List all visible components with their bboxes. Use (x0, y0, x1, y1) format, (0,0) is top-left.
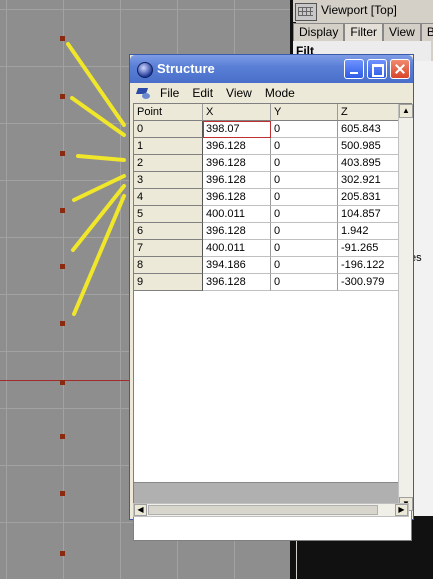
column-header-point[interactable]: Point (134, 104, 203, 121)
point-index-cell[interactable]: 2 (134, 155, 203, 172)
x-cell[interactable]: 396.128 (203, 223, 271, 240)
x-cell[interactable]: 400.011 (203, 240, 271, 257)
structure-tool-icon[interactable] (136, 86, 152, 100)
minimize-button[interactable] (344, 59, 364, 79)
y-cell[interactable]: 0 (271, 274, 338, 291)
table-header: Point X Y Z (134, 104, 398, 121)
table-row[interactable]: 8 394.186 0 -196.122 (134, 257, 398, 274)
horizontal-scrollbar[interactable]: ◀ ▶ (133, 503, 409, 517)
point-index-cell[interactable]: 3 (134, 172, 203, 189)
tab-view[interactable]: View (383, 23, 421, 41)
z-cell[interactable]: 1.942 (338, 223, 398, 240)
table-row[interactable]: 5 400.011 0 104.857 (134, 206, 398, 223)
z-cell[interactable]: 605.843 (338, 121, 398, 138)
x-cell[interactable]: 396.128 (203, 274, 271, 291)
viewport-header: Viewport [Top] (293, 0, 428, 22)
point-index-cell[interactable]: 8 (134, 257, 203, 274)
spark-line (76, 154, 126, 162)
z-cell[interactable]: 104.857 (338, 206, 398, 223)
x-cell[interactable]: 394.186 (203, 257, 271, 274)
scroll-thumb[interactable] (148, 505, 378, 515)
scroll-right-arrow-icon[interactable]: ▶ (395, 504, 408, 516)
table-row[interactable]: 9 396.128 0 -300.979 (134, 274, 398, 291)
menu-mode[interactable]: Mode (265, 86, 295, 100)
column-header-x[interactable]: X (203, 104, 271, 121)
structure-titlebar[interactable]: Structure (130, 55, 413, 83)
z-cell[interactable]: 302.921 (338, 172, 398, 189)
point-index-cell[interactable]: 5 (134, 206, 203, 223)
y-cell[interactable]: 0 (271, 189, 338, 206)
menu-file[interactable]: File (160, 86, 179, 100)
maximize-button[interactable] (367, 59, 387, 79)
tab-filter[interactable]: Filter (344, 23, 384, 41)
x-cell[interactable]: 400.011 (203, 206, 271, 223)
y-cell[interactable]: 0 (271, 206, 338, 223)
point-index-cell[interactable]: 1 (134, 138, 203, 155)
x-cell[interactable]: 396.128 (203, 155, 271, 172)
structure-window: Structure File Edit View Mode Point X Y … (129, 54, 414, 541)
x-cell[interactable]: 396.128 (203, 172, 271, 189)
point-index-cell[interactable]: 7 (134, 240, 203, 257)
z-cell[interactable]: -300.979 (338, 274, 398, 291)
z-cell[interactable]: 403.895 (338, 155, 398, 172)
x-cell[interactable]: 396.128 (203, 138, 271, 155)
table-row[interactable]: 1 396.128 0 500.985 (134, 138, 398, 155)
table-row[interactable]: 2 396.128 0 403.895 (134, 155, 398, 172)
point-index-cell[interactable]: 0 (134, 121, 203, 138)
points-table: Point X Y Z 0 398.07 0 605.843 1 396.128 0 500.… (134, 104, 398, 291)
y-cell[interactable]: 0 (271, 240, 338, 257)
tab-display[interactable]: Display (293, 23, 345, 41)
close-button[interactable] (390, 59, 410, 79)
menu-view[interactable]: View (226, 86, 252, 100)
z-cell[interactable]: 205.831 (338, 189, 398, 206)
x-cell[interactable]: 396.128 (203, 189, 271, 206)
app-icon (137, 62, 153, 78)
y-cell[interactable]: 0 (271, 172, 338, 189)
column-header-y[interactable]: Y (271, 104, 338, 121)
tab-more[interactable]: B (420, 23, 433, 41)
points-grid: Point X Y Z 0 398.07 0 605.843 1 396.128 0 500.… (133, 103, 413, 541)
column-header-z[interactable]: Z (338, 104, 398, 121)
scroll-up-arrow-icon[interactable]: ▲ (399, 104, 413, 118)
table-row[interactable]: 6 396.128 0 1.942 (134, 223, 398, 240)
viewport-grid-icon[interactable] (295, 3, 317, 21)
vertical-scrollbar[interactable]: ▲ ▼ (398, 104, 413, 511)
scroll-left-arrow-icon[interactable]: ◀ (134, 504, 147, 516)
y-cell[interactable]: 0 (271, 223, 338, 240)
table-row[interactable]: 7 400.011 0 -91.265 (134, 240, 398, 257)
y-cell[interactable]: 0 (271, 257, 338, 274)
window-title: Structure (157, 61, 215, 76)
y-cell[interactable]: 0 (271, 155, 338, 172)
z-cell[interactable]: -91.265 (338, 240, 398, 257)
table-row[interactable]: 3 396.128 0 302.921 (134, 172, 398, 189)
point-index-cell[interactable]: 9 (134, 274, 203, 291)
viewport-tabs: Display Filter View B (293, 23, 433, 41)
x-cell[interactable]: 398.07 (203, 121, 271, 138)
table-row[interactable]: 4 396.128 0 205.831 (134, 189, 398, 206)
y-cell[interactable]: 0 (271, 121, 338, 138)
viewport-title: Viewport [Top] (321, 3, 397, 17)
z-cell[interactable]: -196.122 (338, 257, 398, 274)
menu-edit[interactable]: Edit (192, 86, 213, 100)
point-index-cell[interactable]: 4 (134, 189, 203, 206)
spark-line (72, 194, 126, 316)
menu-bar: File Edit View Mode (134, 84, 410, 102)
table-row[interactable]: 0 398.07 0 605.843 (134, 121, 398, 138)
y-cell[interactable]: 0 (271, 138, 338, 155)
z-cell[interactable]: 500.985 (338, 138, 398, 155)
point-index-cell[interactable]: 6 (134, 223, 203, 240)
